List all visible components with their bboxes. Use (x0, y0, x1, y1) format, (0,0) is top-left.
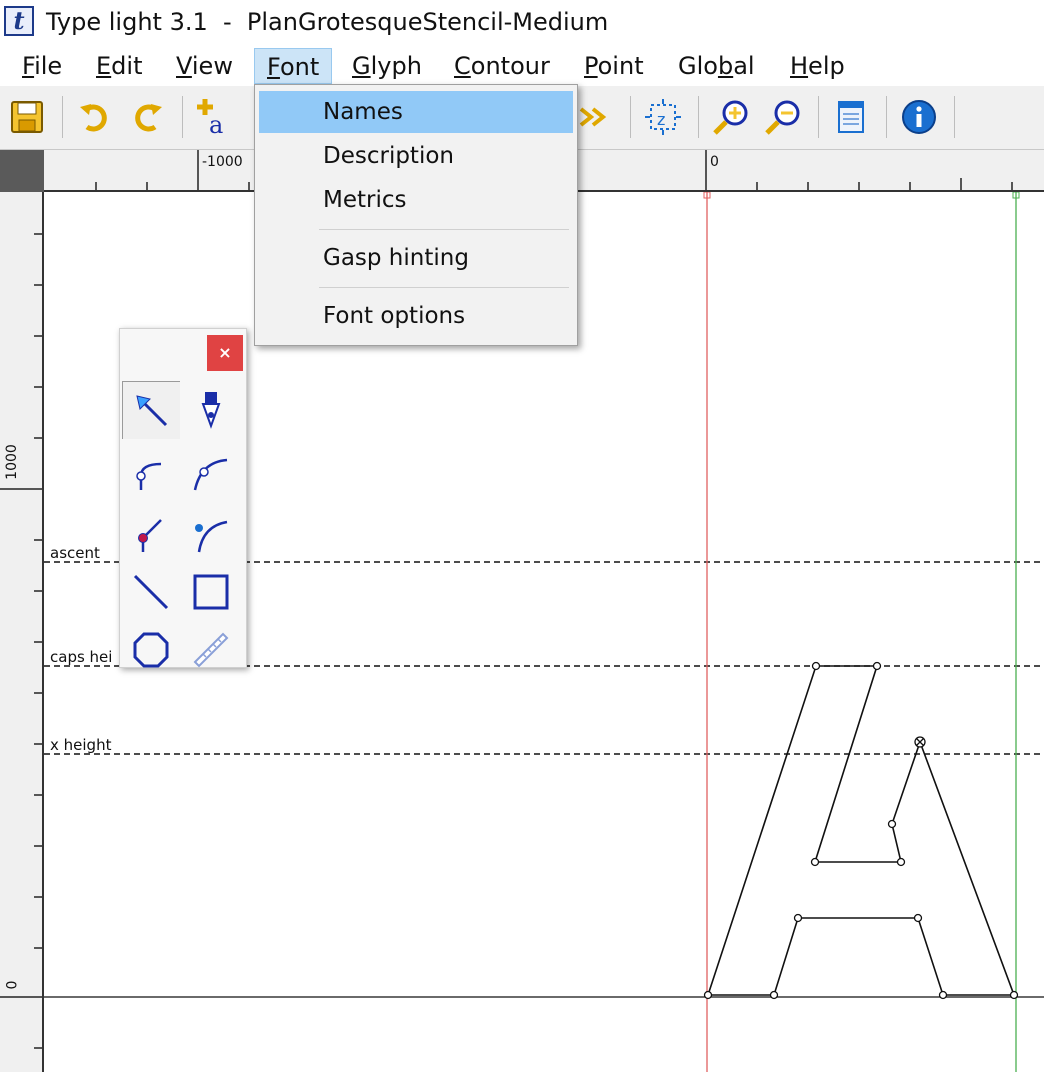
menu-view[interactable]: View (164, 48, 245, 84)
app-icon: t (4, 6, 34, 36)
select-arrow-icon[interactable] (122, 381, 180, 439)
font-menu-dropdown: Names Description Metrics Gasp hinting F… (254, 84, 578, 346)
menu-item-metrics[interactable]: Metrics (259, 179, 573, 221)
window-icon[interactable] (830, 96, 872, 138)
menu-separator (319, 229, 569, 230)
curve-point-icon[interactable] (182, 505, 240, 563)
zoom-out-icon[interactable] (762, 96, 804, 138)
rectangle-icon[interactable] (182, 563, 240, 621)
add-glyph-icon[interactable]: a (194, 96, 236, 138)
redo-icon[interactable] (126, 96, 168, 138)
svg-text:z: z (657, 110, 665, 129)
glyph-points (703, 661, 1019, 1000)
ruler-corner (0, 150, 44, 192)
toolbar-separator (630, 96, 631, 138)
ruler-label-1000: 1000 (3, 444, 20, 480)
toolbar-separator (886, 96, 887, 138)
menu-help[interactable]: Help (778, 48, 857, 84)
menu-edit[interactable]: Edit (84, 48, 154, 84)
window-title: Type light 3.1 - PlanGrotesqueStencil-Me… (46, 8, 609, 36)
x-height-label: x height (50, 736, 112, 754)
menu-contour[interactable]: Contour (442, 48, 562, 84)
line-icon[interactable] (122, 563, 180, 621)
menu-item-font-options[interactable]: Font options (259, 295, 573, 337)
next-glyph-icon[interactable] (574, 96, 616, 138)
toolbar-separator (62, 96, 63, 138)
menu-item-gasp-hinting[interactable]: Gasp hinting (259, 237, 573, 279)
left-ruler[interactable]: 1000 0 (0, 192, 44, 1072)
ascent-label: ascent (50, 544, 100, 562)
ruler-label-0-vertical: 0 (4, 980, 21, 990)
pen-icon[interactable] (182, 381, 240, 439)
menu-bar: File Edit View Font Glyph Contour Point … (0, 46, 1044, 86)
toolbar-separator (182, 96, 183, 138)
ellipse-icon[interactable] (122, 621, 180, 679)
left-ruler-ticks (0, 233, 42, 1049)
menu-separator (319, 287, 569, 288)
menu-font[interactable]: Font (254, 48, 333, 84)
menu-glyph[interactable]: Glyph (340, 48, 434, 84)
tool-palette[interactable]: × (119, 328, 247, 668)
svg-text:a: a (209, 111, 223, 137)
toolbar-separator (698, 96, 699, 138)
ruler-label-0: 0 (710, 154, 719, 170)
toolbar-separator (818, 96, 819, 138)
corner-point-icon[interactable] (122, 443, 180, 501)
menu-item-description[interactable]: Description (259, 135, 573, 177)
zoom-fit-icon[interactable]: z (642, 96, 684, 138)
save-icon[interactable] (6, 96, 48, 138)
smooth-point-icon[interactable] (182, 443, 240, 501)
menu-point[interactable]: Point (572, 48, 656, 84)
close-icon[interactable]: × (207, 335, 243, 371)
tangent-point-icon[interactable] (122, 505, 180, 563)
title-bar: t Type light 3.1 - PlanGrotesqueStencil-… (0, 0, 1044, 46)
caps-height-label: caps hei (50, 648, 113, 666)
undo-icon[interactable] (74, 96, 116, 138)
menu-file[interactable]: File (10, 48, 74, 84)
toolbar-separator (954, 96, 955, 138)
glyph-a-contour (706, 665, 1016, 996)
ruler-label-minus-1000: -1000 (202, 154, 243, 170)
info-icon[interactable] (898, 96, 940, 138)
menu-global[interactable]: Global (666, 48, 767, 84)
ruler-icon[interactable] (182, 621, 240, 679)
menu-item-names[interactable]: Names (259, 91, 573, 133)
zoom-in-icon[interactable] (710, 96, 752, 138)
